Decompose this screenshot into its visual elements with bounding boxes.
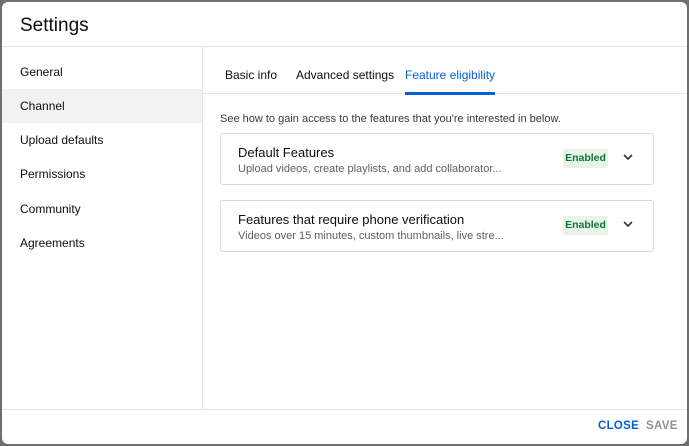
settings-dialog: Settings General Channel Upload defaults… <box>2 2 687 444</box>
save-button[interactable]: SAVE <box>646 420 678 432</box>
card-title: Default Features <box>238 145 335 160</box>
dialog-header: Settings <box>2 2 687 47</box>
intro-text: See how to gain access to the features t… <box>220 113 561 125</box>
status-badge: Enabled <box>563 149 608 168</box>
tab-label: Feature eligibility <box>405 68 496 82</box>
sidebar-item-agreements[interactable]: Agreements <box>2 226 202 260</box>
sidebar-item-channel[interactable]: Channel <box>2 89 202 123</box>
dialog-footer: CLOSE SAVE <box>2 409 687 444</box>
sidebar-item-community[interactable]: Community <box>2 192 202 226</box>
tab-feature-eligibility[interactable]: Feature eligibility <box>405 47 496 95</box>
status-badge: Enabled <box>563 216 608 235</box>
sidebar-item-upload-defaults[interactable]: Upload defaults <box>2 123 202 157</box>
active-tab-indicator <box>405 92 496 95</box>
feature-card-phone-verification[interactable]: Features that require phone verification… <box>220 200 654 252</box>
sidebar-item-general[interactable]: General <box>2 55 202 89</box>
chevron-down-icon[interactable] <box>620 149 636 165</box>
close-button[interactable]: CLOSE <box>598 420 639 432</box>
tab-advanced-settings[interactable]: Advanced settings <box>296 47 394 94</box>
tab-label: Basic info <box>225 68 278 82</box>
feature-card-default[interactable]: Default Features Upload videos, create p… <box>220 133 654 185</box>
card-description: Videos over 15 minutes, custom thumbnail… <box>238 230 504 242</box>
tab-basic-info[interactable]: Basic info <box>225 47 277 94</box>
card-description: Upload videos, create playlists, and add… <box>238 163 502 175</box>
chevron-down-icon[interactable] <box>620 216 636 232</box>
sidebar: General Channel Upload defaults Permissi… <box>2 47 203 409</box>
tab-bar: Basic info Advanced settings Feature eli… <box>203 47 687 95</box>
dialog-title: Settings <box>20 15 89 36</box>
sidebar-item-permissions[interactable]: Permissions <box>2 157 202 191</box>
card-title: Features that require phone verification <box>238 212 465 227</box>
tab-label: Advanced settings <box>296 68 395 82</box>
